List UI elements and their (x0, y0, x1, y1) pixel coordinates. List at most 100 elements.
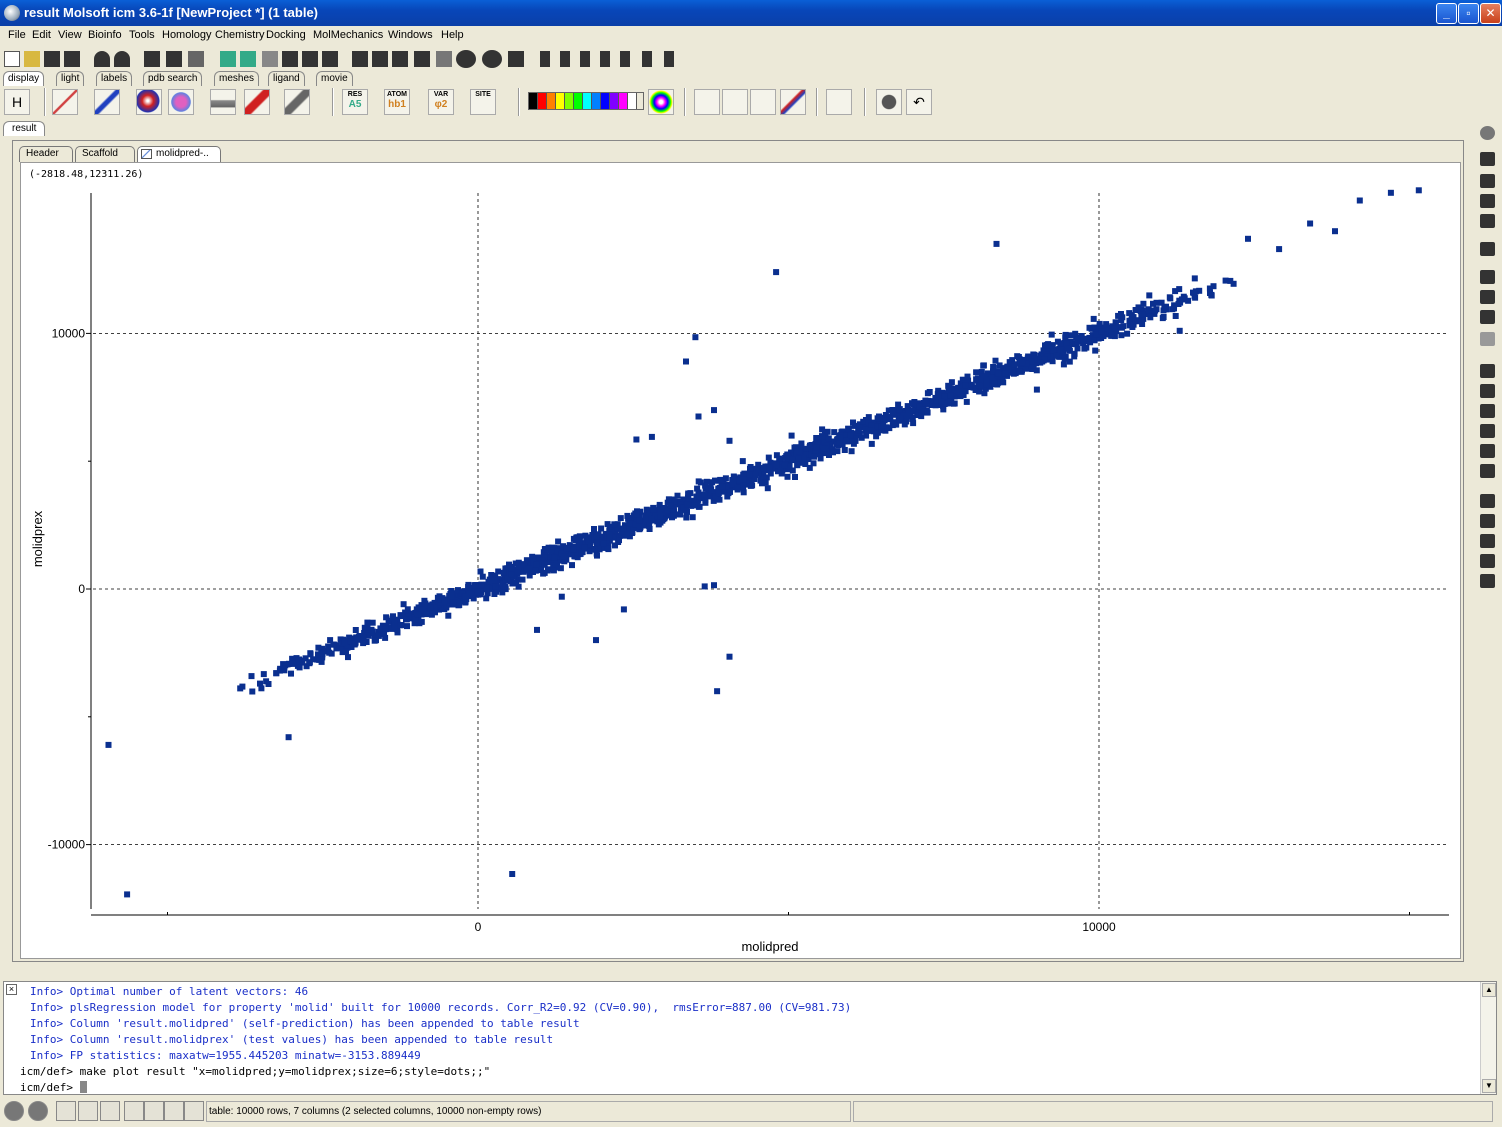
undo-icon[interactable] (94, 51, 110, 67)
align-1-icon[interactable] (540, 51, 550, 67)
palette-swatch[interactable] (556, 93, 565, 109)
minimize-button[interactable]: _ (1436, 3, 1457, 24)
save-all-icon[interactable] (64, 51, 80, 67)
atom-label-button[interactable]: ATOM hb1 (384, 89, 410, 115)
palette-swatch[interactable] (574, 93, 583, 109)
binocular-icon[interactable] (166, 51, 182, 67)
site-label-button[interactable]: SITE (470, 89, 496, 115)
palette-swatch[interactable] (538, 93, 547, 109)
angle-icon[interactable] (722, 89, 748, 115)
align-3-icon[interactable] (580, 51, 590, 67)
table-icon[interactable] (414, 51, 430, 67)
tool-3-icon[interactable] (1480, 534, 1495, 548)
torsion-icon[interactable] (750, 89, 776, 115)
menu-molmechanics[interactable]: MolMechanics (313, 29, 383, 41)
menu-view[interactable]: View (58, 29, 82, 41)
fix-icon[interactable] (352, 51, 368, 67)
cube-icon[interactable] (282, 51, 298, 67)
zoom-icon[interactable] (1480, 194, 1495, 208)
workspace-icon[interactable] (56, 1101, 76, 1121)
palette-swatch[interactable] (529, 93, 538, 109)
layer-2-icon[interactable] (1480, 290, 1495, 304)
scatter-plot[interactable]: 0 10000 10000 0 -10000 molidpred molidprex (21, 163, 1462, 960)
scroll-up-icon[interactable]: ▲ (1482, 983, 1496, 997)
record-icon[interactable] (4, 1101, 24, 1121)
select-icon[interactable] (220, 51, 236, 67)
variable-label-button[interactable]: VAR φ2 (428, 89, 454, 115)
color-wheel-icon[interactable] (648, 89, 674, 115)
menu-file[interactable]: File (8, 29, 26, 41)
bottle-icon[interactable] (302, 51, 318, 67)
residue-label-button[interactable]: RES A5 (342, 89, 368, 115)
ball-stick-icon[interactable] (94, 89, 120, 115)
menu-homology[interactable]: Homology (162, 29, 212, 41)
book-icon[interactable] (322, 51, 338, 67)
align-5-icon[interactable] (620, 51, 630, 67)
footprint-icon[interactable] (826, 89, 852, 115)
console-prompt-line[interactable]: icm/def> (20, 1080, 1480, 1096)
subtab-plot[interactable]: molidpred-.. (137, 146, 221, 162)
align-4-icon[interactable] (600, 51, 610, 67)
cpk-icon[interactable] (136, 89, 162, 115)
stop-icon[interactable] (876, 89, 902, 115)
bar-1-icon[interactable] (1480, 364, 1495, 378)
maximize-button[interactable]: ▫ (1458, 3, 1479, 24)
shape-icon[interactable] (1480, 242, 1495, 256)
tab-pdb-search[interactable]: pdb search (143, 71, 203, 86)
delete-measure-icon[interactable] (780, 89, 806, 115)
panel-icon[interactable] (100, 1101, 120, 1121)
lock-icon[interactable] (1480, 464, 1495, 478)
palette-swatch[interactable] (565, 93, 574, 109)
pdb-fetch-icon[interactable] (144, 51, 160, 67)
menu-edit[interactable]: Edit (32, 29, 51, 41)
subtab-scaffold[interactable]: Scaffold (75, 146, 135, 162)
command-console[interactable]: × Info> Optimal number of latent vectors… (3, 981, 1497, 1095)
tool-2-icon[interactable] (1480, 514, 1495, 528)
rotate-icon[interactable] (1480, 152, 1495, 166)
ribbon-icon[interactable] (244, 89, 270, 115)
scatter-plot-area[interactable]: (-2818.48,12311.26) 0 10000 10000 0 -10000 m… (20, 162, 1461, 959)
bar-4-icon[interactable] (1480, 424, 1495, 438)
new-file-icon[interactable] (4, 51, 20, 67)
menu-bioinfo[interactable]: Bioinfo (88, 29, 122, 41)
filter-icon[interactable] (188, 51, 204, 67)
translate-icon[interactable] (1480, 174, 1495, 188)
save-icon[interactable] (44, 51, 60, 67)
tool-1-icon[interactable] (1480, 494, 1495, 508)
window-icon[interactable] (78, 1101, 98, 1121)
doc-tab-result[interactable]: result (3, 121, 46, 136)
palette-swatch[interactable] (628, 93, 637, 109)
clip-icon[interactable] (1480, 214, 1495, 228)
hand-icon[interactable] (1480, 574, 1495, 588)
tab-ligand[interactable]: ligand (268, 71, 305, 86)
dots-surface-icon[interactable] (168, 89, 194, 115)
palette-swatch[interactable] (583, 93, 592, 109)
layers-icon[interactable] (124, 1101, 144, 1121)
grid-icon[interactable] (372, 51, 388, 67)
close-button[interactable]: ✕ (1480, 3, 1501, 24)
menu-chemistry[interactable]: Chemistry (215, 29, 265, 41)
panel-close-icon[interactable] (1480, 126, 1495, 140)
layer-3-icon[interactable] (1480, 310, 1495, 324)
tab-labels[interactable]: labels (96, 71, 133, 86)
bar-5-icon[interactable] (1480, 444, 1495, 458)
surface-icon[interactable] (456, 50, 476, 68)
palette-swatch[interactable] (619, 93, 628, 109)
menu-docking[interactable]: Docking (266, 29, 306, 41)
scroll-down-icon[interactable]: ▼ (1482, 1079, 1496, 1093)
align-7-icon[interactable] (664, 51, 674, 67)
distance-icon[interactable] (694, 89, 720, 115)
palette-swatch[interactable] (610, 93, 619, 109)
menu-tools[interactable]: Tools (129, 29, 155, 41)
align-2-icon[interactable] (560, 51, 570, 67)
console-scrollbar[interactable]: ▲ ▼ (1480, 982, 1496, 1094)
layer-1-icon[interactable] (1480, 270, 1495, 284)
tab-light[interactable]: light (56, 71, 85, 86)
console-close-icon[interactable]: × (6, 984, 17, 995)
color-palette[interactable] (528, 92, 644, 110)
tab-display[interactable]: display (3, 71, 45, 86)
text-a-icon[interactable] (436, 51, 452, 67)
redo-icon[interactable] (114, 51, 130, 67)
stop-icon[interactable] (28, 1101, 48, 1121)
camera-icon[interactable] (144, 1101, 164, 1121)
